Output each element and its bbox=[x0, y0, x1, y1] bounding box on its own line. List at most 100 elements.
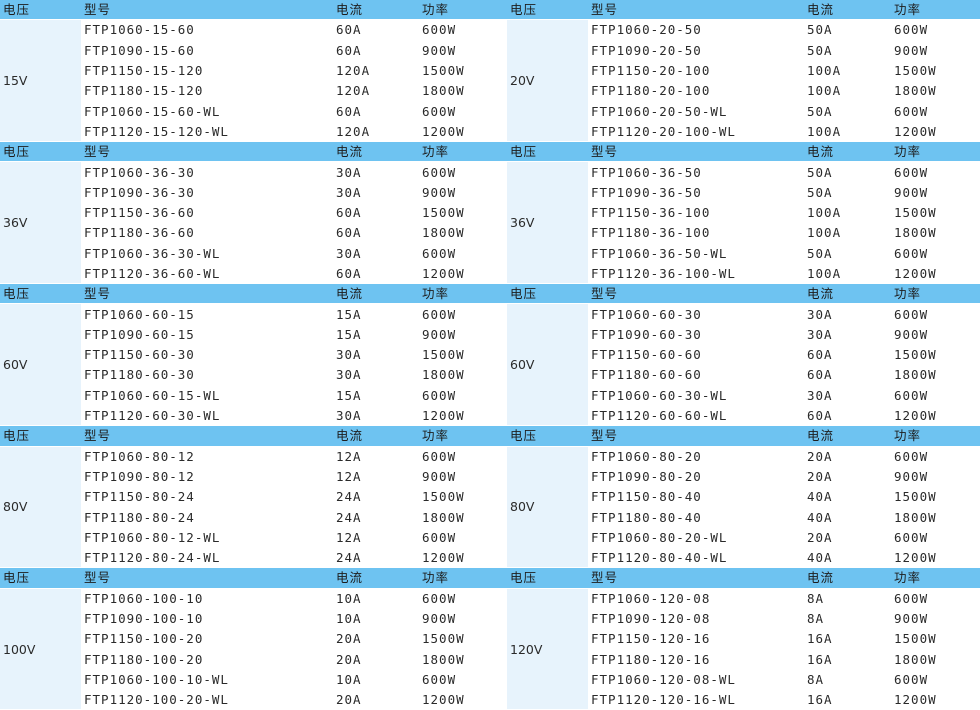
current-cell: 30A bbox=[804, 385, 891, 406]
current-cell: 30A bbox=[333, 243, 419, 264]
header-power: 功率 bbox=[891, 567, 980, 589]
current-cell: 40A bbox=[804, 506, 891, 528]
current-cell: 100A bbox=[804, 263, 891, 285]
power-cell: 1800W bbox=[891, 80, 980, 102]
power-cell: 600W bbox=[419, 588, 507, 609]
current-cell: 60A bbox=[333, 19, 419, 41]
header-row: 电压 型号 电流 功率 电压 型号 电流 功率 bbox=[0, 567, 980, 589]
model-cell: FTP1090-100-10 bbox=[81, 608, 333, 630]
model-cell: FTP1180-36-100 bbox=[588, 222, 804, 244]
model-cell: FTP1120-36-100-WL bbox=[588, 263, 804, 285]
current-cell: 30A bbox=[333, 161, 419, 183]
model-cell: FTP1060-36-50-WL bbox=[588, 243, 804, 264]
model-cell: FTP1060-80-12-WL bbox=[81, 527, 333, 549]
current-cell: 15A bbox=[333, 324, 419, 346]
spec-table-page: 电压 型号 电流 功率 电压 型号 电流 功率 15V FTP1060-15-60 60A 600W 2… bbox=[0, 0, 980, 710]
header-current: 电流 bbox=[333, 425, 419, 447]
model-cell: FTP1150-15-120 bbox=[81, 60, 333, 82]
power-cell: 1800W bbox=[891, 364, 980, 386]
table-row: 60V FTP1060-60-15 15A 600W 60V FTP1060-60-30 3… bbox=[0, 303, 980, 427]
current-cell: 50A bbox=[804, 182, 891, 203]
table-row: 80V FTP1060-80-12 12A 600W 80V FTP1060-80-20 2… bbox=[0, 446, 980, 569]
current-cell: 20A bbox=[804, 446, 891, 467]
voltage-cell: 36V bbox=[507, 161, 588, 285]
header-voltage: 电压 bbox=[507, 567, 588, 589]
power-cell: 1200W bbox=[419, 263, 507, 285]
current-cell: 24A bbox=[333, 486, 419, 508]
header-power: 功率 bbox=[419, 141, 507, 163]
power-supply-spec-table: 电压 型号 电流 功率 电压 型号 电流 功率 15V FTP1060-15-60 60A 600W 2… bbox=[0, 0, 980, 710]
power-cell: 900W bbox=[891, 324, 980, 346]
current-cell: 100A bbox=[804, 222, 891, 244]
current-cell: 50A bbox=[804, 243, 891, 264]
model-cell: FTP1090-36-50 bbox=[588, 182, 804, 203]
power-cell: 1500W bbox=[891, 486, 980, 508]
power-cell: 600W bbox=[419, 161, 507, 183]
header-model: 型号 bbox=[81, 141, 333, 163]
voltage-cell: 60V bbox=[0, 303, 81, 427]
power-cell: 900W bbox=[419, 40, 507, 61]
power-cell: 900W bbox=[419, 324, 507, 346]
power-cell: 600W bbox=[419, 446, 507, 467]
model-cell: FTP1180-15-120 bbox=[81, 80, 333, 102]
model-cell: FTP1060-36-30-WL bbox=[81, 243, 333, 264]
model-cell: FTP1120-15-120-WL bbox=[81, 121, 333, 143]
header-voltage: 电压 bbox=[0, 567, 81, 589]
header-model: 型号 bbox=[588, 0, 804, 21]
current-cell: 10A bbox=[333, 588, 419, 609]
power-cell: 1800W bbox=[419, 506, 507, 528]
power-cell: 600W bbox=[419, 385, 507, 406]
header-power: 功率 bbox=[419, 425, 507, 447]
table-row: FTP1180-80-24 24A 1800W FTP1180-80-40 40A 180… bbox=[0, 506, 980, 528]
model-cell: FTP1060-60-15 bbox=[81, 303, 333, 325]
power-cell: 1800W bbox=[419, 222, 507, 244]
voltage-cell: 15V bbox=[0, 19, 81, 143]
power-cell: 1200W bbox=[891, 263, 980, 285]
voltage-cell: 60V bbox=[507, 303, 588, 427]
current-cell: 100A bbox=[804, 121, 891, 143]
current-cell: 16A bbox=[804, 649, 891, 670]
current-cell: 8A bbox=[804, 669, 891, 691]
table-row: 100V FTP1060-100-10 10A 600W 120V FTP1060-120… bbox=[0, 588, 980, 710]
header-row: 电压 型号 电流 功率 电压 型号 电流 功率 bbox=[0, 425, 980, 447]
current-cell: 10A bbox=[333, 608, 419, 630]
model-cell: FTP1180-36-60 bbox=[81, 222, 333, 244]
power-cell: 1500W bbox=[419, 486, 507, 508]
current-cell: 20A bbox=[333, 628, 419, 650]
current-cell: 12A bbox=[333, 466, 419, 488]
model-cell: FTP1150-60-30 bbox=[81, 344, 333, 366]
table-row: FTP1060-15-60-WL 60A 600W FTP1060-20-50-WL 5… bbox=[0, 100, 980, 122]
model-cell: FTP1120-60-30-WL bbox=[81, 405, 333, 427]
model-cell: FTP1060-15-60-WL bbox=[81, 100, 333, 122]
current-cell: 60A bbox=[804, 344, 891, 366]
current-cell: 20A bbox=[333, 649, 419, 670]
header-voltage: 电压 bbox=[0, 141, 81, 163]
header-current: 电流 bbox=[804, 0, 891, 21]
current-cell: 60A bbox=[804, 364, 891, 386]
power-cell: 1500W bbox=[419, 60, 507, 82]
model-cell: FTP1090-60-30 bbox=[588, 324, 804, 346]
power-cell: 600W bbox=[891, 446, 980, 467]
table-row: FTP1060-80-12-WL 12A 600W FTP1060-80-20-WL 2… bbox=[0, 527, 980, 549]
header-current: 电流 bbox=[804, 425, 891, 447]
power-cell: 600W bbox=[891, 303, 980, 325]
header-current: 电流 bbox=[804, 141, 891, 163]
power-cell: 1800W bbox=[891, 222, 980, 244]
table-row: FTP1090-100-10 10A 900W FTP1090-120-08 8A 900… bbox=[0, 608, 980, 630]
current-cell: 12A bbox=[333, 527, 419, 549]
current-cell: 30A bbox=[333, 344, 419, 366]
power-cell: 600W bbox=[891, 588, 980, 609]
table-row: FTP1180-100-20 20A 1800W FTP1180-120-16 16A 1… bbox=[0, 649, 980, 670]
table-row: FTP1150-80-24 24A 1500W FTP1150-80-40 40A 150… bbox=[0, 486, 980, 508]
current-cell: 30A bbox=[333, 405, 419, 427]
header-model: 型号 bbox=[588, 567, 804, 589]
power-cell: 1800W bbox=[419, 649, 507, 670]
current-cell: 60A bbox=[333, 100, 419, 122]
voltage-cell: 80V bbox=[0, 446, 81, 569]
table-row: FTP1120-36-60-WL 60A 1200W FTP1120-36-100-W… bbox=[0, 263, 980, 285]
power-cell: 900W bbox=[891, 182, 980, 203]
header-power: 功率 bbox=[891, 0, 980, 21]
model-cell: FTP1120-80-40-WL bbox=[588, 547, 804, 569]
model-cell: FTP1180-20-100 bbox=[588, 80, 804, 102]
voltage-cell: 100V bbox=[0, 588, 81, 710]
